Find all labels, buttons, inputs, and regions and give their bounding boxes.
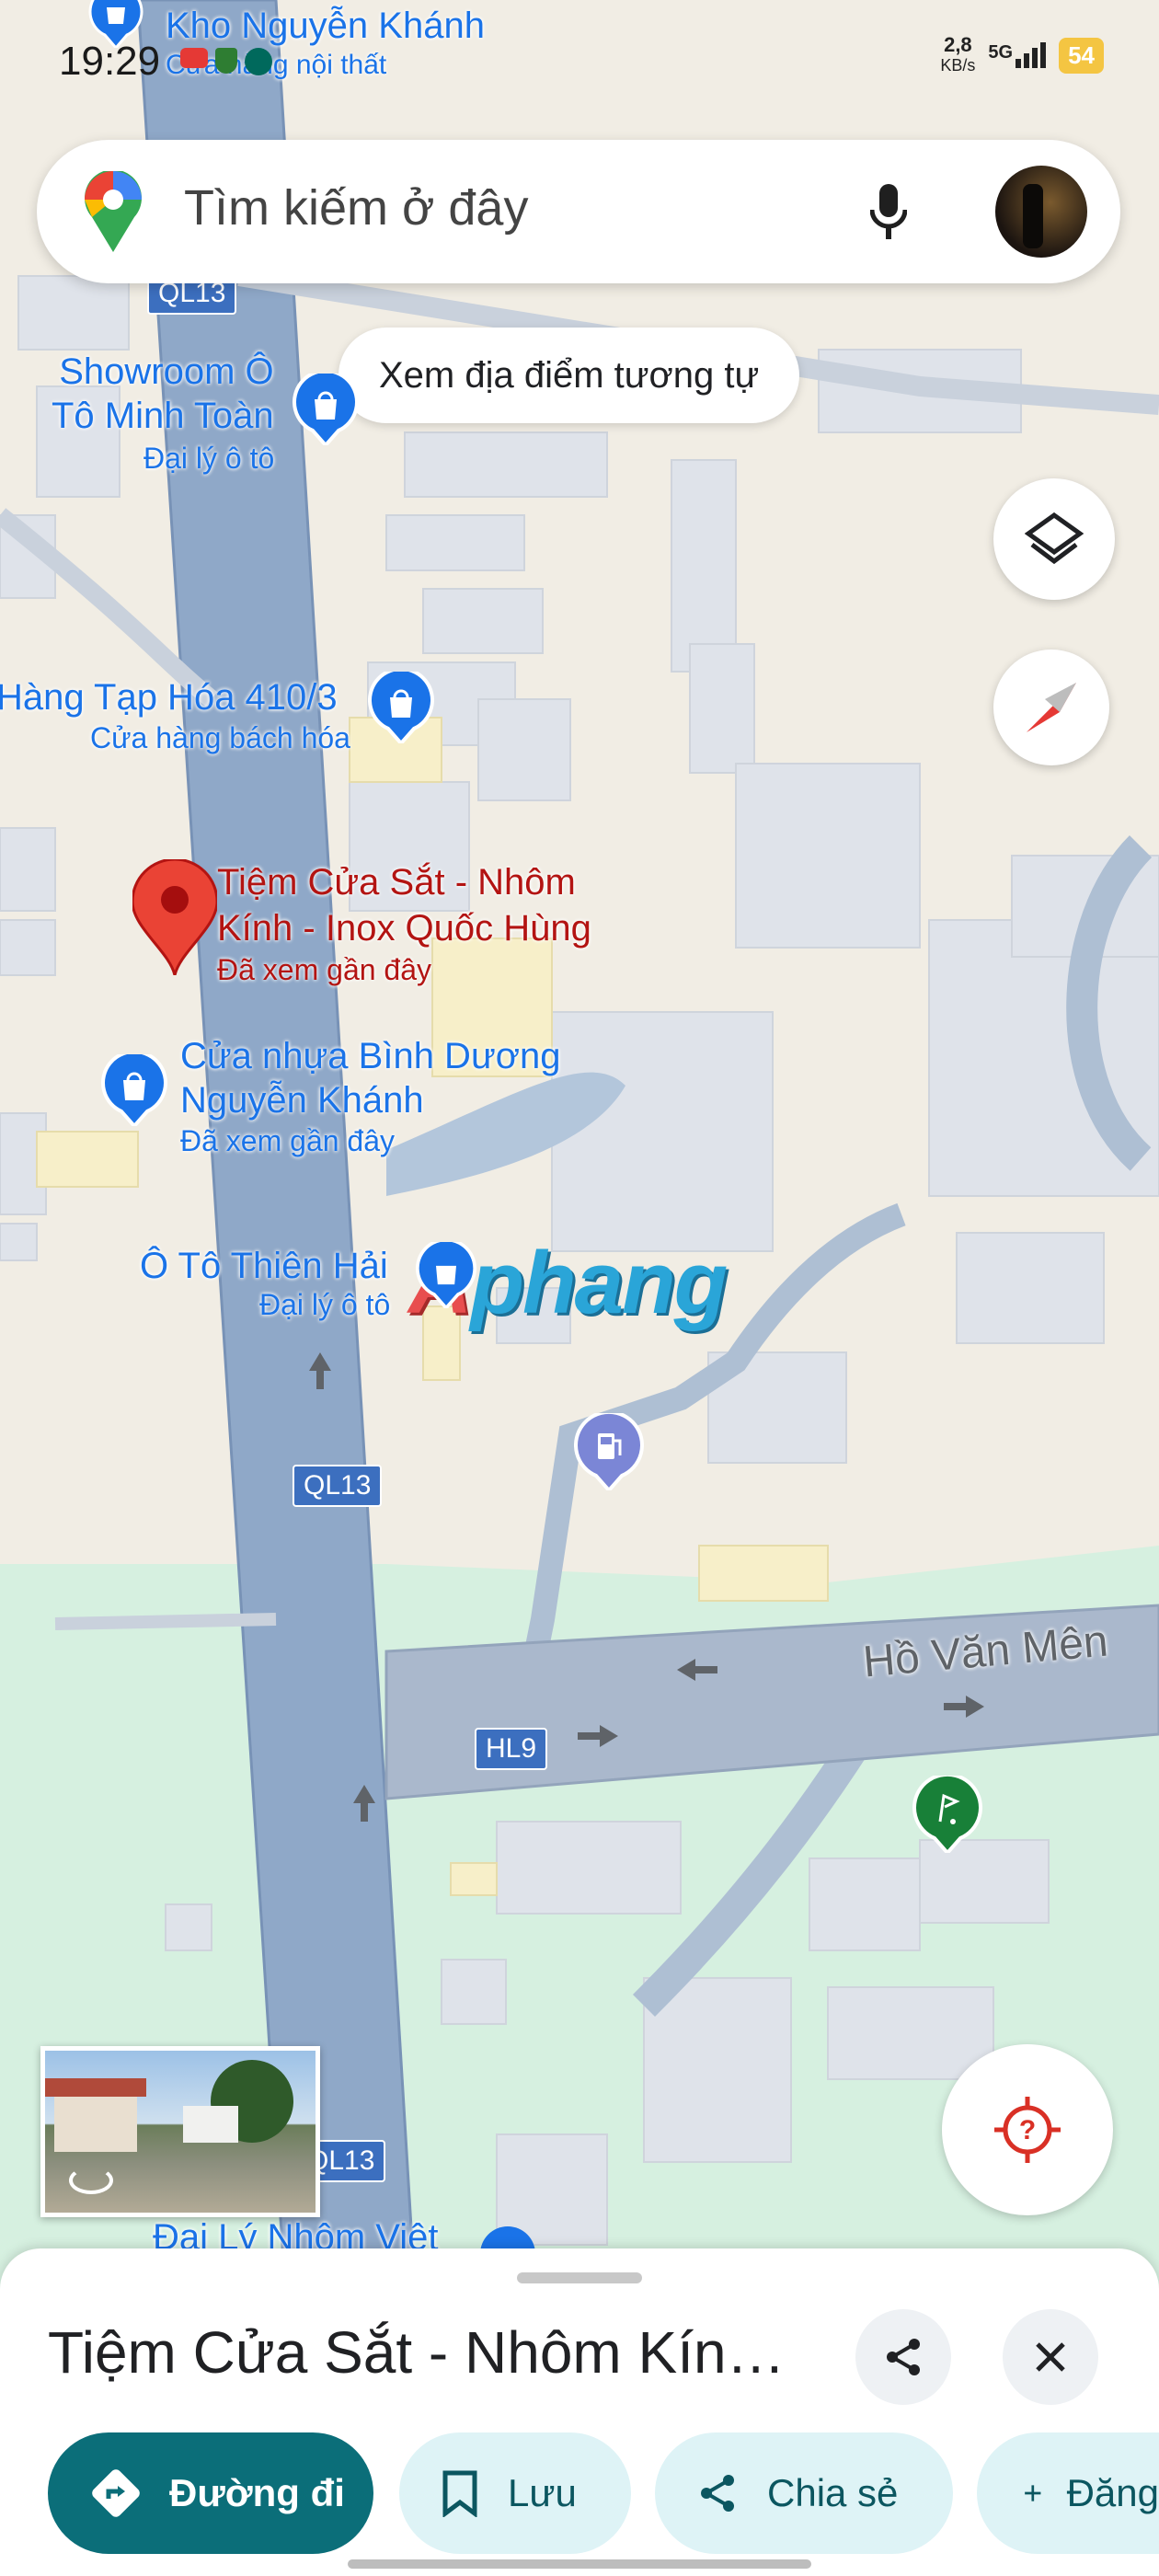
shield-icon [215,48,237,74]
poi-name[interactable]: Hàng Tạp Hóa 410/3 [0,675,338,719]
notification-icons [180,48,272,75]
poi-category: Cửa hàng bách hóa [90,721,350,754]
status-icons: 2,8 KB/s 5G 54 [940,35,1104,75]
gesture-nav-bar[interactable] [348,2559,811,2569]
compass-icon [1027,683,1076,732]
directions-button[interactable]: Đường đi [48,2432,373,2554]
poi-category: Đã xem gần đây [180,1124,396,1157]
maps-logo-icon [85,169,142,257]
directions-label: Đường đi [169,2471,345,2514]
svg-text:?: ? [1019,2115,1036,2145]
status-time: 19:29 [59,39,161,84]
net-unit: KB/s [940,56,976,75]
account-avatar[interactable] [995,166,1087,258]
share-label: Chia sẻ [767,2471,899,2514]
poi-name[interactable]: Cửa nhựa Bình Dương Nguyễn Khánh [180,1034,560,1122]
layers-button[interactable] [993,478,1115,600]
poi-category: Đại lý ô tô [143,442,275,475]
selected-place-pin-icon[interactable] [131,857,219,980]
road-label: HL9 [475,1728,548,1770]
poi-name[interactable]: Kho Nguyễn Khánh [166,4,485,48]
search-input[interactable]: Tìm kiếm ở đây [184,179,528,236]
save-label: Lưu [508,2471,577,2514]
similar-places-chip[interactable]: Xem địa điểm tương tự [339,328,800,423]
network-type: 5G [988,42,1014,63]
battery-indicator: 54 [1059,37,1104,74]
close-button[interactable] [1003,2309,1098,2405]
poi-marker-shopping[interactable] [293,369,359,450]
share-icon [701,2475,734,2512]
poi-marker-shopping[interactable] [416,1237,476,1313]
location-target-icon: ? [994,2097,1061,2163]
street-view-thumbnail[interactable] [40,2046,320,2217]
place-title: Tiệm Cửa Sắt - Nhôm Kính - Inox Quốc Hùn… [48,2319,811,2386]
app-icon [245,48,272,75]
selected-place-label[interactable]: Tiệm Cửa Sắt - Nhôm Kính - Inox Quốc Hùn… [217,859,591,951]
sheet-drag-handle[interactable] [517,2272,642,2283]
gas-station-icon[interactable] [574,1409,644,1495]
post-button[interactable]: Đăng [977,2432,1159,2554]
microphone-icon[interactable] [869,184,908,247]
close-icon [1036,2342,1065,2372]
rotate-360-icon [69,2167,113,2194]
compass-button[interactable] [993,650,1109,765]
selected-place-status: Đã xem gần đây [217,953,432,986]
directions-icon [92,2469,140,2517]
poi-name[interactable]: Ô Tô Thiên Hải [140,1244,388,1288]
poi-marker-shopping[interactable] [368,667,434,748]
layers-icon [1025,512,1084,565]
signal-icon [1016,42,1047,68]
poi-marker-shopping[interactable] [101,1050,167,1131]
share-button[interactable] [855,2309,951,2405]
road-label: QL13 [293,1465,383,1507]
bookmark-icon [442,2470,477,2517]
youtube-icon [180,48,208,68]
post-label: Đăng [1066,2471,1159,2514]
my-location-button[interactable]: ? [942,2044,1113,2215]
save-button[interactable]: Lưu [399,2432,631,2554]
poi-name[interactable]: Showroom Ô Tô Minh Toàn [52,350,274,438]
poi-category: Đại lý ô tô [259,1288,391,1321]
net-speed: 2,8 [944,33,972,56]
plus-icon [1025,2485,1041,2501]
share-place-button[interactable]: Chia sẻ [655,2432,953,2554]
share-icon [887,2339,920,2375]
golf-course-icon[interactable] [912,1772,982,1857]
